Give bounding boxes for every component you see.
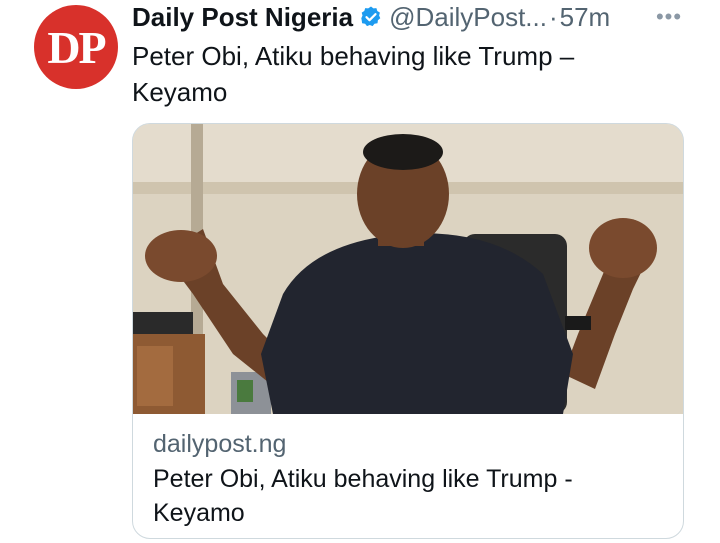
dot-separator: ·	[548, 1, 558, 32]
tweet-text: Peter Obi, Atiku behaving like Trump – K…	[132, 41, 575, 107]
card-domain: dailypost.ng	[153, 430, 287, 458]
avatar-logo-text: DP	[47, 21, 106, 73]
author-name[interactable]: Daily Post Nigeria	[132, 2, 353, 33]
article-photo[interactable]	[133, 124, 684, 414]
avatar[interactable]: DP	[34, 5, 118, 89]
author-handle[interactable]: @DailyPost...	[389, 2, 547, 33]
more-options-icon[interactable]: •••	[654, 4, 684, 29]
verified-badge-icon	[359, 5, 383, 29]
link-preview-card[interactable]: dailypost.ng Peter Obi, Atiku behaving l…	[132, 123, 684, 539]
tweet-header: Daily Post Nigeria @DailyPost... · 57m	[132, 0, 692, 34]
card-title: Peter Obi, Atiku behaving like Trump - K…	[153, 465, 573, 527]
timestamp[interactable]: 57m	[560, 2, 611, 33]
